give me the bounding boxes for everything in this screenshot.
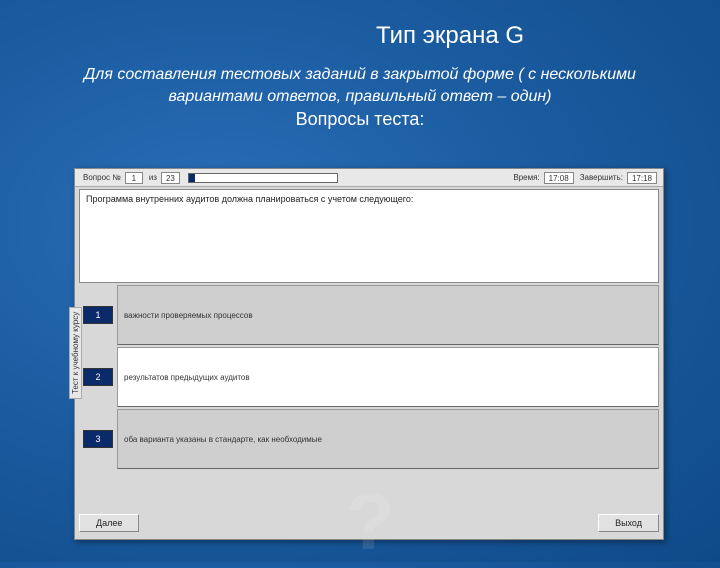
time-value: 17:08 xyxy=(544,172,574,184)
progress-bar xyxy=(188,173,338,183)
end-label: Завершить: xyxy=(580,173,623,182)
answer-row: 3 оба варианта указаны в стандарте, как … xyxy=(79,409,659,469)
test-window: Вопрос № 1 из 23 Время: 17:08 Завершить:… xyxy=(74,168,664,540)
next-button[interactable]: Далее xyxy=(79,514,139,532)
answer-row: 1 важности проверяемых процессов xyxy=(79,285,659,345)
time-label: Время: xyxy=(513,173,539,182)
answer-row: 2 результатов предыдущих аудитов xyxy=(79,347,659,407)
end-value: 17:18 xyxy=(627,172,657,184)
answers-area: 1 важности проверяемых процессов 2 резул… xyxy=(79,285,659,469)
of-label: из xyxy=(149,173,157,182)
question-current: 1 xyxy=(125,172,143,184)
answer-text-1[interactable]: важности проверяемых процессов xyxy=(117,285,659,345)
answer-text-3[interactable]: оба варианта указаны в стандарте, как не… xyxy=(117,409,659,469)
screen-subtitle: Для составления тестовых заданий в закры… xyxy=(40,64,680,107)
status-bar: Вопрос № 1 из 23 Время: 17:08 Завершить:… xyxy=(75,169,663,187)
question-total: 23 xyxy=(161,172,180,184)
answer-button-2[interactable]: 2 xyxy=(83,368,113,386)
answer-text-2[interactable]: результатов предыдущих аудитов xyxy=(117,347,659,407)
question-text: Программа внутренних аудитов должна план… xyxy=(79,189,659,283)
side-course-label: Тест к учебному курсу xyxy=(69,307,82,399)
screen-type-title: Тип экрана G xyxy=(180,22,720,50)
answer-button-3[interactable]: 3 xyxy=(83,430,113,448)
bottom-toolbar: Далее Выход xyxy=(79,511,659,535)
answer-button-1[interactable]: 1 xyxy=(83,306,113,324)
exit-button[interactable]: Выход xyxy=(598,514,659,532)
questions-heading: Вопросы теста: xyxy=(0,109,720,130)
question-number-label: Вопрос № xyxy=(83,173,121,182)
